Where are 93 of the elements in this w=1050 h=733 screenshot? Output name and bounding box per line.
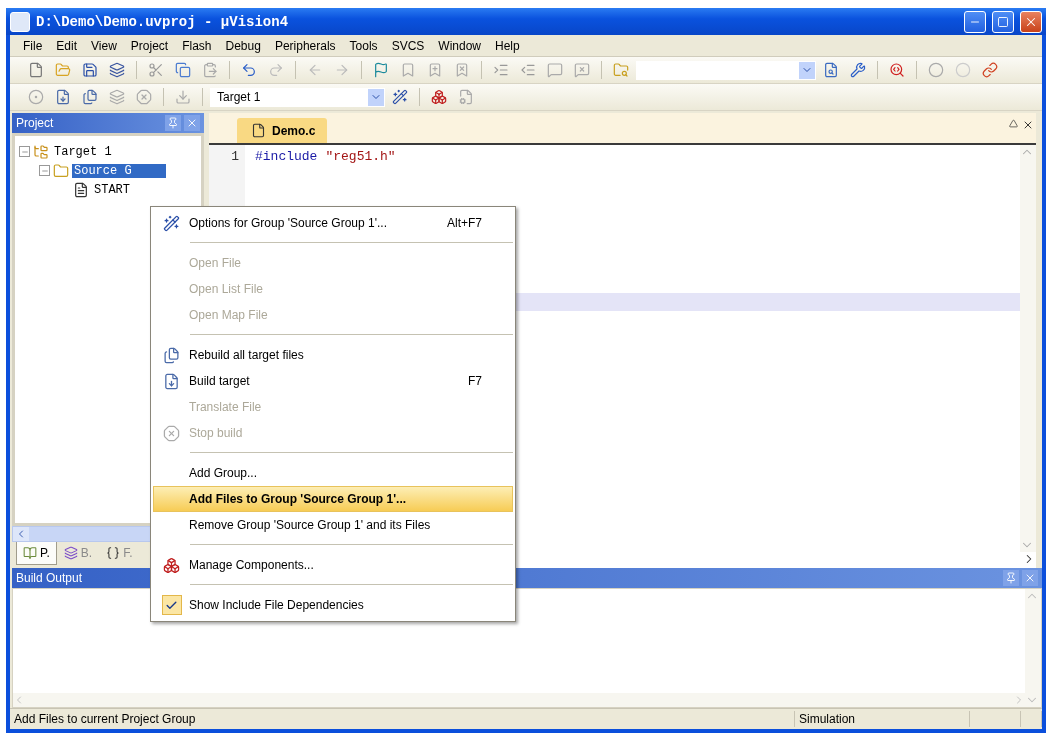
- menu-item[interactable]: SVCS: [384, 38, 432, 53]
- copy-icon: [175, 62, 191, 78]
- pin-icon: [167, 117, 179, 129]
- find-field[interactable]: [636, 60, 816, 80]
- batch-build-icon: [109, 89, 125, 105]
- cut-icon: [148, 62, 164, 78]
- new-file-icon: [28, 62, 44, 78]
- editor-tab[interactable]: Demo.c: [237, 118, 328, 143]
- stop-build-icon: [136, 89, 152, 105]
- close-icon: [1024, 572, 1036, 584]
- tree-item[interactable]: START: [92, 182, 132, 197]
- build-icon: [55, 89, 71, 105]
- find-in-files-icon: [613, 62, 629, 78]
- dropdown-triangle-icon: [1009, 119, 1018, 128]
- indent-icon: [493, 62, 509, 78]
- download-icon: [175, 89, 191, 105]
- app-icon: [10, 11, 30, 32]
- close-icon: [1022, 119, 1034, 131]
- bookmark-plus-icon: [427, 62, 443, 78]
- expand-toggle[interactable]: [39, 165, 50, 176]
- close-panel-button[interactable]: [184, 115, 200, 131]
- close-button[interactable]: [1020, 10, 1042, 33]
- circle-icon: [955, 62, 971, 78]
- panel-title: Project: [16, 116, 54, 130]
- pin-icon: [1005, 572, 1017, 584]
- menu-item[interactable]: Edit: [49, 38, 85, 53]
- back-arrow-icon: [307, 62, 323, 78]
- file-extensions-icon: [458, 89, 474, 105]
- menu-item[interactable]: Peripherals: [267, 38, 343, 53]
- outdent-icon: [520, 62, 536, 78]
- code-line: #include "reg51.h": [255, 149, 397, 166]
- forward-arrow-icon: [334, 62, 350, 78]
- circle-icon: [928, 62, 944, 78]
- file-icon: [251, 123, 266, 138]
- uncomment-icon: [574, 62, 590, 78]
- menu-item[interactable]: Show Include File Dependencies: [153, 592, 513, 618]
- wand-icon: [163, 214, 180, 232]
- menu-item[interactable]: Debug: [218, 38, 268, 53]
- minimize-button[interactable]: [964, 10, 986, 33]
- menu-item[interactable]: Window: [431, 38, 488, 53]
- save-all-icon: [109, 62, 125, 78]
- bookmark-x-icon: [454, 62, 470, 78]
- pin-button[interactable]: [165, 115, 181, 131]
- vertical-scrollbar[interactable]: [1025, 589, 1041, 707]
- menu-item[interactable]: Manage Components...: [153, 552, 513, 578]
- window-title: D:\Demo\Demo.uvproj - μVision4: [36, 13, 290, 30]
- menu-item[interactable]: Help: [488, 38, 527, 53]
- file-icon: [73, 181, 89, 198]
- maximize-icon: [997, 15, 1009, 28]
- status-message: Add Files to current Project Group: [10, 711, 795, 727]
- project-icon: [23, 546, 37, 560]
- horizontal-scrollbar[interactable]: [13, 693, 1025, 707]
- panel-title: Build Output: [16, 571, 83, 585]
- redo-icon: [268, 62, 284, 78]
- menu-item[interactable]: Tools: [342, 38, 385, 53]
- build-icon: [163, 372, 180, 390]
- panel-tab[interactable]: P.: [16, 542, 57, 565]
- debug-magnifier-icon: [889, 62, 905, 78]
- find-icon: [823, 62, 839, 78]
- menu-item[interactable]: Add Files to Group 'Source Group 1'...: [153, 486, 513, 512]
- menu-item[interactable]: Project: [123, 38, 176, 53]
- paste-icon: [202, 62, 218, 78]
- link-icon: [982, 62, 998, 78]
- line-number: 1: [230, 149, 240, 166]
- open-folder-icon: [55, 62, 71, 78]
- undo-icon: [241, 62, 257, 78]
- folder-icon: [53, 162, 69, 179]
- tree-item[interactable]: Target 1: [52, 144, 114, 159]
- save-icon: [82, 62, 98, 78]
- menu-item[interactable]: View: [84, 38, 124, 53]
- close-panel-button[interactable]: [1022, 570, 1038, 586]
- bookmark-icon: [400, 62, 416, 78]
- components-icon: [163, 556, 180, 574]
- maximize-button[interactable]: [992, 10, 1014, 33]
- stop-build-icon: [163, 424, 180, 442]
- close-icon: [186, 117, 198, 129]
- status-mode: Simulation: [795, 711, 970, 727]
- translate-icon: [28, 89, 44, 105]
- target-select[interactable]: Target 1: [210, 87, 385, 107]
- pin-button[interactable]: [1003, 570, 1019, 586]
- comment-icon: [547, 62, 563, 78]
- braces-icon: [106, 546, 121, 560]
- tree-item[interactable]: Source G: [72, 163, 166, 178]
- menu-item[interactable]: File: [16, 38, 50, 53]
- components-icon: [431, 89, 447, 105]
- wand-icon: [392, 89, 408, 105]
- expand-toggle[interactable]: [19, 146, 30, 157]
- rebuild-icon: [163, 346, 180, 364]
- flag-icon: [373, 62, 389, 78]
- rebuild-icon: [82, 89, 98, 105]
- vertical-scrollbar[interactable]: [1020, 145, 1036, 552]
- menu-item[interactable]: Flash: [175, 38, 219, 53]
- wrench-icon: [850, 62, 866, 78]
